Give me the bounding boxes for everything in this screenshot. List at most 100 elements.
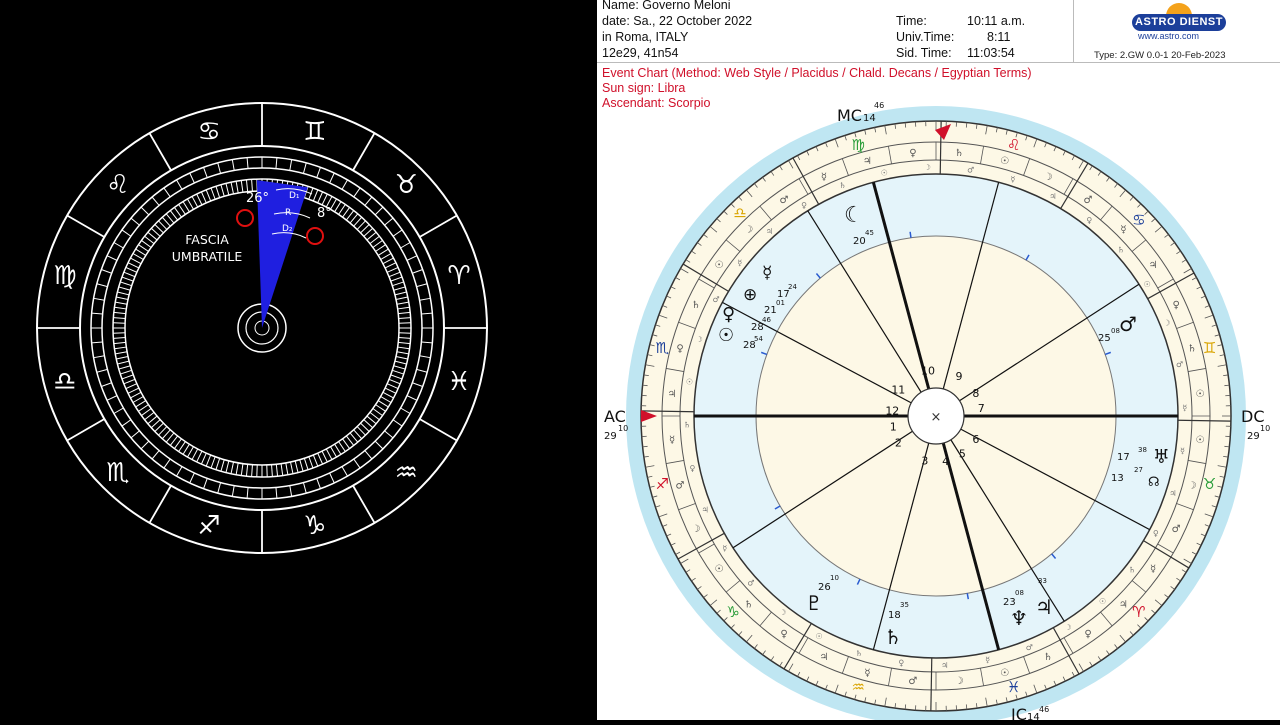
degree-tick [354, 430, 362, 439]
degree-tick [141, 441, 149, 449]
degree-right: 8° [317, 206, 332, 221]
term-ruler-icon: ♂ [747, 579, 754, 588]
sign-libra-icon: ♎ [53, 367, 76, 397]
degree-tick [286, 463, 288, 475]
sign-virgo-icon: ♍ [53, 261, 76, 291]
degree-tick [383, 258, 394, 264]
pluto-glyph-icon: ♇ [805, 591, 823, 615]
degree-tick [136, 401, 146, 407]
sign-sagittarius-icon: ♐ [198, 511, 221, 541]
r-label: R [285, 208, 291, 218]
house-number-3: 3 [921, 455, 928, 468]
degree-tick [246, 180, 247, 192]
degree-tick [221, 185, 224, 197]
term-ruler-icon: ♃ [941, 661, 948, 670]
term-ruler-icon: ♃ [1049, 192, 1056, 201]
jupiter-glyph-icon: ♃ [1035, 595, 1053, 619]
degree-tick [300, 460, 303, 472]
neptune-minute: 08 [1015, 589, 1024, 597]
ic-minute: 46 [1039, 705, 1049, 714]
degree-tick [188, 447, 194, 457]
house-number-10: 10 [921, 365, 935, 378]
term-ruler-icon: ☉ [881, 168, 888, 177]
degree-tick [119, 287, 131, 290]
degree-tick [218, 163, 221, 174]
degree-tick [158, 427, 166, 436]
term-ruler-icon: ♀ [1153, 529, 1159, 538]
degree-tick [396, 297, 408, 299]
term-ruler-icon: ♄ [855, 649, 862, 658]
degree-tick [389, 272, 400, 276]
house-number-2: 2 [895, 436, 902, 449]
degree-tick [136, 249, 146, 255]
degree-tick [170, 436, 177, 445]
zodiac-scorpio-icon: ♏ [656, 339, 670, 357]
degree-tick [119, 366, 131, 369]
dc-minute: 10 [1260, 424, 1270, 433]
degree-tick [396, 356, 408, 358]
degree-tick [114, 312, 126, 313]
decan-ruler-icon: ♂ [1172, 524, 1181, 535]
degree-tick [177, 467, 183, 477]
degree-tick [124, 379, 135, 383]
sign-taurus-icon: ♉ [395, 170, 418, 200]
degree-tick [381, 397, 391, 403]
degree-tick [357, 221, 365, 230]
degree-tick [276, 487, 277, 498]
house-number-9: 9 [956, 370, 963, 383]
degree-tick [107, 396, 117, 401]
sign-divider [353, 133, 375, 170]
decan-ruler-icon: ♃ [1149, 260, 1158, 271]
degree-tick [313, 455, 317, 466]
term-ruler-icon: ☿ [722, 544, 727, 553]
degree-tick [385, 431, 393, 438]
pluto-degree: 26 [818, 582, 831, 593]
decan-ruler-icon: ☉ [1196, 435, 1205, 446]
mars-degree: 25 [1098, 333, 1111, 344]
degree-tick [128, 388, 139, 393]
degree-tick [370, 412, 379, 419]
degree-tick [407, 396, 417, 401]
sign-pisces-icon: ♓ [447, 367, 470, 397]
saturn-degree: 18 [888, 610, 901, 621]
degree-tick [394, 287, 406, 290]
shadow-marker-left [237, 210, 253, 226]
aspect-tick [910, 232, 911, 238]
decan-ruler-icon: ♃ [863, 156, 872, 167]
mercury-degree: 21 [764, 305, 777, 316]
degree-tick [114, 408, 124, 414]
decan-ruler-icon: ♂ [1084, 195, 1093, 206]
decan-ruler-icon: ☉ [1000, 156, 1009, 167]
degree-tick [385, 218, 393, 225]
degree-tick [177, 180, 183, 190]
sign-gemini-icon: ♊ [303, 117, 326, 147]
degree-tick [113, 318, 125, 319]
decan-ruler-icon: ♂ [908, 676, 917, 687]
degree-tick [190, 173, 195, 183]
uranus-degree: 17 [1117, 452, 1130, 463]
zodiac-capricorn-icon: ♑ [726, 603, 739, 621]
degree-tick [317, 167, 321, 177]
degree-tick [247, 158, 248, 169]
degree-tick [313, 190, 317, 201]
degree-tick [232, 160, 234, 171]
zodiac-aquarius-icon: ♒ [852, 678, 865, 696]
degree-tick [385, 263, 396, 268]
term-ruler-icon: ☽ [696, 335, 703, 344]
zodiac-tick [905, 704, 906, 709]
degree-tick [155, 423, 164, 431]
degree-tick [335, 444, 341, 454]
degree-tick [370, 236, 379, 243]
zodiac-virgo-icon: ♍ [852, 136, 865, 154]
term-ruler-icon: ☽ [779, 608, 786, 617]
sign-divider [420, 419, 457, 441]
degree-tick [204, 478, 208, 488]
degree-tick [241, 180, 243, 192]
degree-tick [339, 204, 346, 214]
degree-tick [204, 167, 208, 177]
degree-tick [188, 199, 194, 209]
degree-tick [304, 458, 308, 469]
degree-tick [391, 375, 402, 379]
decan-ruler-icon: ♃ [668, 389, 677, 400]
ic-degree: 14 [1027, 712, 1040, 720]
